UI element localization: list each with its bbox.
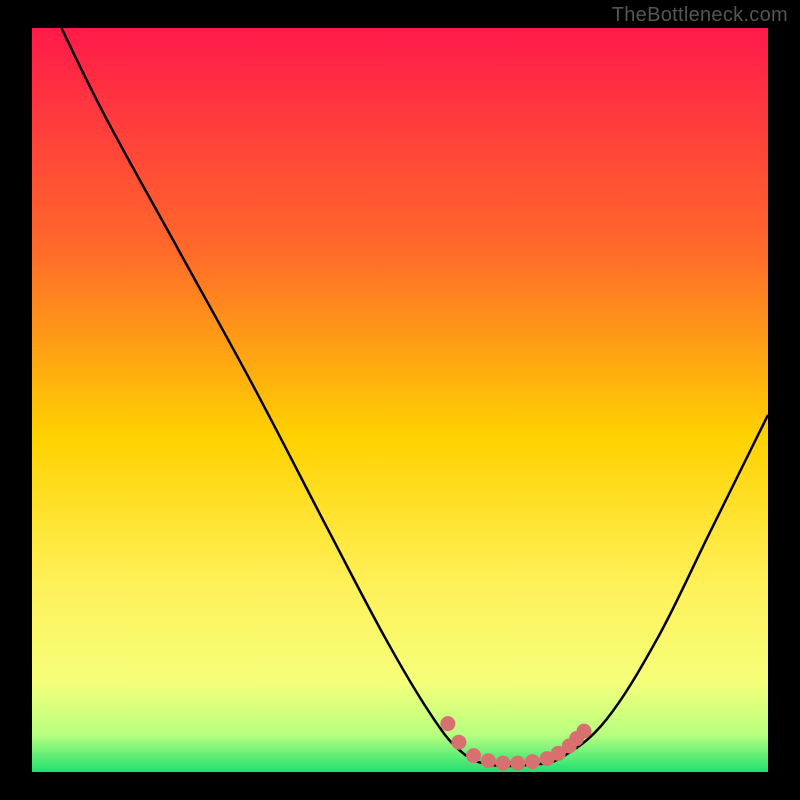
- marker-dot: [577, 724, 592, 739]
- marker-dot: [481, 753, 496, 768]
- watermark-text: TheBottleneck.com: [612, 4, 788, 27]
- marker-dot: [525, 754, 540, 769]
- marker-dot: [466, 748, 481, 763]
- marker-dot: [451, 735, 466, 750]
- chart-container: TheBottleneck.com: [0, 0, 800, 800]
- marker-dot: [440, 716, 455, 731]
- bottleneck-chart: [32, 28, 768, 772]
- gradient-background: [32, 28, 768, 772]
- marker-dot: [510, 756, 525, 771]
- marker-dot: [496, 756, 511, 771]
- plot-area: [32, 28, 768, 772]
